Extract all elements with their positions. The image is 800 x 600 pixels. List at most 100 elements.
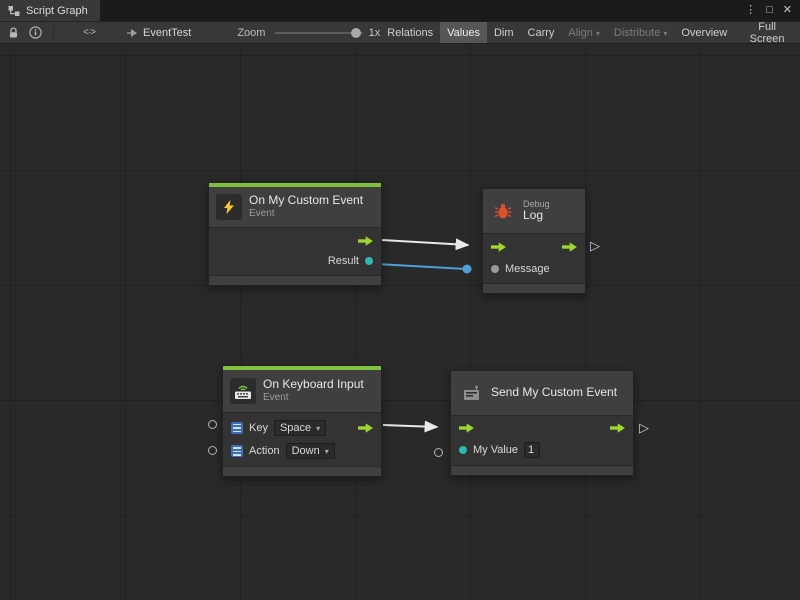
align-button[interactable]: Align ▾: [561, 22, 606, 43]
port-label: Result: [328, 255, 359, 267]
action-port-hint-circle[interactable]: [208, 446, 217, 455]
action-dropdown-value: Down: [292, 445, 320, 457]
maximize-icon[interactable]: □: [766, 5, 773, 16]
port-label: Key: [249, 422, 268, 434]
chevron-down-icon: ▾: [316, 425, 320, 433]
chevron-down-icon: ▾: [596, 30, 600, 38]
keycode-enum-icon: [231, 422, 243, 434]
chevron-down-icon: ▾: [663, 30, 667, 38]
flow-output-port[interactable]: [209, 235, 381, 247]
node-header: Send My Custom Event: [451, 371, 633, 415]
node-subtitle: Event: [249, 208, 363, 220]
event-machine-icon: [458, 380, 484, 406]
dim-button[interactable]: Dim: [487, 22, 521, 43]
flow-wire-keyboard-to-send[interactable]: [383, 425, 437, 427]
graph-toolbar: <·> EventTest Zoom 1x Relations Values D…: [0, 21, 800, 44]
result-output-port[interactable]: Result: [209, 254, 381, 268]
key-dropdown-value: Space: [280, 422, 311, 434]
flow-input-arrow-icon[interactable]: [459, 423, 474, 433]
zoom-label: Zoom: [237, 27, 265, 39]
node-on-my-custom-event[interactable]: On My Custom Event Event Result: [208, 182, 382, 286]
key-dropdown[interactable]: Space ▾: [274, 420, 326, 436]
unity-script-graph-window: Script Graph ⋮ □ ✕ <·>: [0, 0, 800, 600]
chevron-down-icon: ▾: [325, 448, 329, 456]
values-button[interactable]: Values: [440, 22, 487, 43]
titlebar: Script Graph ⋮ □ ✕: [0, 0, 800, 21]
code-view-icon[interactable]: <·>: [78, 22, 100, 43]
node-footer: [209, 276, 381, 285]
node-title: On Keyboard Input: [263, 378, 364, 392]
window-menu-icon[interactable]: ⋮: [745, 5, 756, 16]
port-label: Message: [505, 263, 550, 275]
close-icon[interactable]: ✕: [783, 5, 792, 16]
node-title: Send My Custom Event: [491, 386, 617, 400]
toolbar-buttons: Relations Values Dim Carry Align ▾ Distr…: [380, 22, 800, 43]
graph-name: EventTest: [143, 27, 191, 39]
value-port-dot[interactable]: [459, 446, 467, 454]
value-wire-result-to-message[interactable]: [376, 264, 466, 269]
flow-arrow-icon: [358, 236, 373, 246]
distribute-label: Distribute: [614, 27, 660, 39]
script-graph-icon: [8, 5, 20, 17]
tab-script-graph[interactable]: Script Graph: [0, 0, 100, 21]
key-input-row: Key Space ▾: [223, 419, 381, 437]
action-dropdown[interactable]: Down ▾: [286, 443, 335, 459]
flow-ports-row: [483, 241, 585, 253]
graph-asset-reference[interactable]: EventTest: [126, 27, 191, 39]
node-header: Debug Log: [483, 189, 585, 233]
flow-output-arrow-icon[interactable]: [610, 423, 625, 433]
align-label: Align: [568, 27, 592, 39]
my-value-input[interactable]: [524, 442, 540, 458]
lock-icon[interactable]: [3, 22, 24, 43]
wire-endpoint-dot: [463, 265, 472, 274]
tab-title: Script Graph: [26, 5, 88, 17]
flow-wire-event-to-log[interactable]: [382, 240, 468, 245]
node-footer: [223, 467, 381, 476]
full-screen-button[interactable]: Full Screen: [734, 22, 800, 43]
action-input-row: Action Down ▾: [223, 442, 381, 460]
zoom-slider-track: [275, 32, 362, 34]
flow-ports-row: [451, 422, 633, 434]
node-subtitle: Event: [263, 392, 364, 404]
node-title: Log: [523, 209, 550, 223]
window-controls: ⋮ □ ✕: [745, 0, 800, 21]
flow-output-arrow-icon[interactable]: [562, 242, 577, 252]
node-body: My Value: [451, 415, 633, 466]
node-body: Result: [209, 227, 381, 276]
node-title: On My Custom Event: [249, 194, 363, 208]
value-port-dot: [365, 257, 373, 265]
info-icon[interactable]: [24, 22, 47, 43]
overview-button[interactable]: Overview: [674, 22, 734, 43]
graph-canvas[interactable]: On My Custom Event Event Result: [0, 44, 800, 600]
node-on-keyboard-input[interactable]: On Keyboard Input Event Key Space ▾ Acti…: [222, 365, 382, 477]
port-label: My Value: [473, 444, 518, 456]
zoom-slider-thumb[interactable]: [351, 28, 361, 38]
zoom-slider[interactable]: [275, 26, 362, 40]
relations-button[interactable]: Relations: [380, 22, 440, 43]
toolbar-separator: [53, 26, 54, 40]
flow-output-arrow-icon[interactable]: [358, 423, 373, 433]
graph-asset-icon: [126, 27, 138, 39]
message-input-port[interactable]: Message: [483, 262, 585, 276]
distribute-button[interactable]: Distribute ▾: [607, 22, 674, 43]
node-body: Key Space ▾ Action Down ▾: [223, 412, 381, 467]
port-label: Action: [249, 445, 280, 457]
my-value-input-port: My Value: [451, 441, 633, 459]
node-footer: [451, 466, 633, 475]
flow-input-arrow-icon[interactable]: [491, 242, 506, 252]
carry-button[interactable]: Carry: [521, 22, 562, 43]
node-header: On Keyboard Input Event: [223, 370, 381, 412]
key-port-hint-circle[interactable]: [208, 420, 217, 429]
node-footer: [483, 284, 585, 293]
node-debug-log[interactable]: Debug Log Message: [482, 188, 586, 294]
connection-wires: [0, 44, 800, 600]
node-body: Message: [483, 233, 585, 284]
flow-continuation-triangle-icon: ▷: [590, 239, 600, 252]
my-value-port-hint-circle[interactable]: [434, 448, 443, 457]
action-enum-icon: [231, 445, 243, 457]
keyboard-input-icon: [230, 378, 256, 404]
node-header: On My Custom Event Event: [209, 187, 381, 227]
node-send-my-custom-event[interactable]: Send My Custom Event My Value: [450, 370, 634, 476]
lightning-icon: [216, 194, 242, 220]
value-port-dot: [491, 265, 499, 273]
